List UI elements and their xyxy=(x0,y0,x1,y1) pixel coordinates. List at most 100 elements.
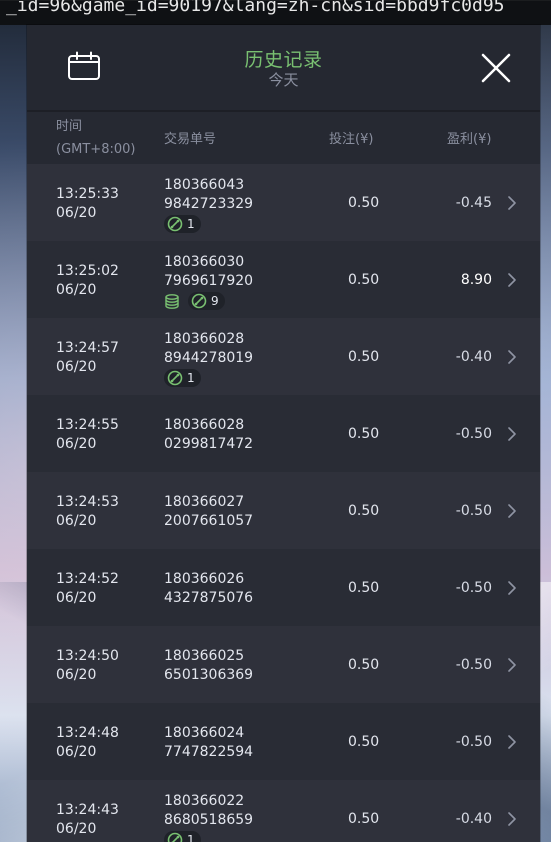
free-spin-icon xyxy=(167,832,183,842)
free-spin-count: 1 xyxy=(187,217,195,231)
row-trade-cell: 180366028 0299817472 xyxy=(164,416,253,454)
row-profit: -0.50 xyxy=(455,503,492,519)
row-trade-cell: 180366026 4327875076 xyxy=(164,570,253,608)
history-row[interactable]: 13:24:55 06/20 180366028 0299817472 0.50… xyxy=(27,395,540,472)
row-trade-cell: 180366043 9842723329 1 xyxy=(164,176,253,233)
row-time: 13:24:55 xyxy=(56,417,119,433)
header-title-group: 历史记录 今天 xyxy=(27,47,540,89)
row-time: 13:24:48 xyxy=(56,725,119,741)
row-trade-id-line2: 2007661057 xyxy=(164,513,254,529)
row-trade-id-line1: 180366027 xyxy=(164,494,245,510)
row-trade-id-line2: 0299817472 xyxy=(164,436,254,452)
row-bet: 0.50 xyxy=(348,426,380,442)
row-profit: -0.50 xyxy=(455,734,492,750)
row-trade-id-line2: 4327875076 xyxy=(164,590,254,606)
row-time: 13:24:53 xyxy=(56,494,119,510)
row-trade-id-line2: 7747822594 xyxy=(164,744,254,760)
row-date: 06/20 xyxy=(56,205,97,221)
chevron-right-icon xyxy=(508,504,516,518)
column-time-label: 时间 xyxy=(56,119,83,134)
row-time-cell: 13:24:43 06/20 xyxy=(56,801,119,839)
free-spin-badge: 1 xyxy=(164,831,201,842)
free-spin-icon xyxy=(167,216,183,232)
history-row[interactable]: 13:25:33 06/20 180366043 9842723329 1 0.… xyxy=(27,164,540,241)
row-bet: 0.50 xyxy=(348,503,380,519)
row-trade-id-line1: 180366030 xyxy=(164,254,245,270)
row-date: 06/20 xyxy=(56,821,97,837)
close-icon xyxy=(481,53,511,83)
row-date: 06/20 xyxy=(56,513,97,529)
history-list: 13:25:33 06/20 180366043 9842723329 1 0.… xyxy=(27,164,540,842)
close-button[interactable] xyxy=(478,50,514,86)
history-panel: 历史记录 今天 时间 (GMT+8:00) 交易单号 投注(¥) 盈利(¥) 1… xyxy=(27,25,540,842)
row-date: 06/20 xyxy=(56,282,97,298)
row-trade-id-line1: 180366022 xyxy=(164,793,245,809)
row-profit: -0.50 xyxy=(455,657,492,673)
row-time-cell: 13:24:55 06/20 xyxy=(56,416,119,454)
column-profit: 盈利(¥) xyxy=(447,132,492,147)
row-trade-cell: 180366024 7747822594 xyxy=(164,724,253,762)
row-badges: 1 xyxy=(164,215,253,233)
history-row[interactable]: 13:24:52 06/20 180366026 4327875076 0.50… xyxy=(27,549,540,626)
row-trade-id-line1: 180366026 xyxy=(164,571,245,587)
free-spin-badge: 1 xyxy=(164,369,201,387)
row-trade-id-line2: 8944278019 xyxy=(164,350,254,366)
row-profit: -0.45 xyxy=(455,195,492,211)
free-spin-count: 1 xyxy=(187,833,195,842)
row-trade-cell: 180366030 7969617920 9 xyxy=(164,253,253,310)
row-profit: -0.50 xyxy=(455,426,492,442)
row-time-cell: 13:24:52 06/20 xyxy=(56,570,119,608)
row-date: 06/20 xyxy=(56,590,97,606)
history-row[interactable]: 13:25:02 06/20 180366030 7969617920 9 0.… xyxy=(27,241,540,318)
row-bet: 0.50 xyxy=(348,272,380,288)
table-header: 时间 (GMT+8:00) 交易单号 投注(¥) 盈利(¥) xyxy=(27,112,540,164)
row-trade-id-line1: 180366043 xyxy=(164,177,245,193)
history-row[interactable]: 13:24:43 06/20 180366022 8680518659 1 0.… xyxy=(27,780,540,842)
row-time: 13:25:33 xyxy=(56,186,119,202)
row-time: 13:24:43 xyxy=(56,802,119,818)
row-badges: 1 xyxy=(164,369,253,387)
column-time: 时间 (GMT+8:00) xyxy=(56,117,135,160)
browser-url-bar[interactable]: _id=96&game_id=90197&lang=zh-cn&sid=bbd9… xyxy=(0,0,551,25)
row-time: 13:24:57 xyxy=(56,340,119,356)
history-row[interactable]: 13:24:57 06/20 180366028 8944278019 1 0.… xyxy=(27,318,540,395)
row-trade-id-line1: 180366028 xyxy=(164,331,245,347)
chevron-right-icon xyxy=(508,658,516,672)
row-trade-id-line1: 180366024 xyxy=(164,725,245,741)
free-spin-icon xyxy=(167,370,183,386)
url-text: _id=96&game_id=90197&lang=zh-cn&sid=bbd9… xyxy=(6,0,505,16)
row-time-cell: 13:24:48 06/20 xyxy=(56,724,119,762)
row-profit: -0.40 xyxy=(455,811,492,827)
row-trade-id-line1: 180366025 xyxy=(164,648,245,664)
row-bet: 0.50 xyxy=(348,580,380,596)
row-trade-id-line1: 180366028 xyxy=(164,417,245,433)
panel-header: 历史记录 今天 xyxy=(27,25,540,112)
coin-stack-icon xyxy=(164,293,182,309)
row-badges: 1 xyxy=(164,831,253,842)
page-title: 历史记录 xyxy=(244,49,323,71)
chevron-right-icon xyxy=(508,350,516,364)
row-profit: -0.40 xyxy=(455,349,492,365)
row-bet: 0.50 xyxy=(348,734,380,750)
row-time-cell: 13:25:33 06/20 xyxy=(56,185,119,223)
row-date: 06/20 xyxy=(56,667,97,683)
row-bet: 0.50 xyxy=(348,349,380,365)
row-trade-cell: 180366028 8944278019 1 xyxy=(164,330,253,387)
chevron-right-icon xyxy=(508,427,516,441)
row-trade-id-line2: 6501306369 xyxy=(164,667,254,683)
row-time: 13:25:02 xyxy=(56,263,119,279)
row-bet: 0.50 xyxy=(348,811,380,827)
history-row[interactable]: 13:24:53 06/20 180366027 2007661057 0.50… xyxy=(27,472,540,549)
column-time-timezone: (GMT+8:00) xyxy=(56,142,136,157)
row-bet: 0.50 xyxy=(348,195,380,211)
row-date: 06/20 xyxy=(56,436,97,452)
row-date: 06/20 xyxy=(56,744,97,760)
row-time-cell: 13:24:50 06/20 xyxy=(56,647,119,685)
chevron-right-icon xyxy=(508,735,516,749)
row-trade-cell: 180366025 6501306369 xyxy=(164,647,253,685)
free-spin-badge: 1 xyxy=(164,215,201,233)
row-profit: -0.50 xyxy=(455,580,492,596)
row-trade-id-line2: 9842723329 xyxy=(164,196,254,212)
history-row[interactable]: 13:24:50 06/20 180366025 6501306369 0.50… xyxy=(27,626,540,703)
history-row[interactable]: 13:24:48 06/20 180366024 7747822594 0.50… xyxy=(27,703,540,780)
